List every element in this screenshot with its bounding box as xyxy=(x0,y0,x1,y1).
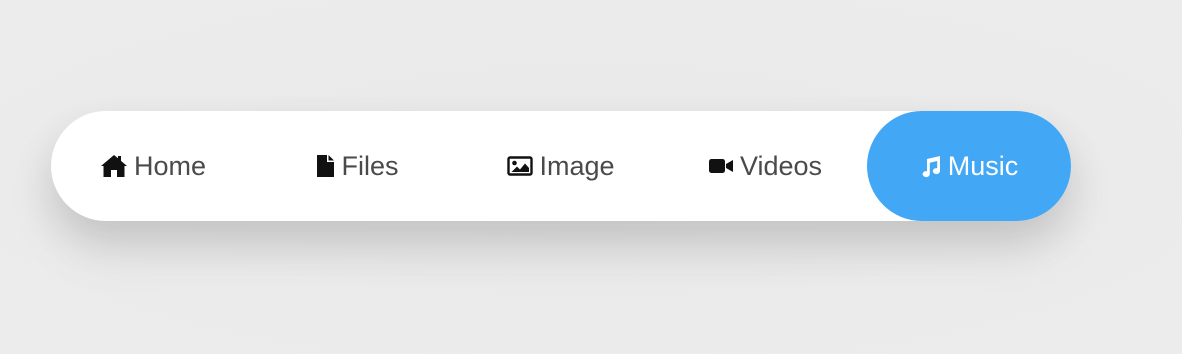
file-icon xyxy=(315,154,335,178)
nav-item-files[interactable]: Files xyxy=(255,111,459,221)
nav-item-label: Files xyxy=(341,150,399,181)
page-background: Home Files Image Videos Music xyxy=(0,0,1182,354)
image-icon xyxy=(507,155,534,177)
music-note-icon xyxy=(920,154,942,178)
nav-item-image[interactable]: Image xyxy=(459,111,663,221)
nav-item-label: Home xyxy=(133,150,207,181)
nav-item-music[interactable]: Music xyxy=(867,111,1071,221)
nav-item-home[interactable]: Home xyxy=(51,111,255,221)
video-camera-icon xyxy=(708,156,734,176)
nav-item-label: Videos xyxy=(739,150,823,181)
home-icon xyxy=(100,154,128,178)
nav-item-videos[interactable]: Videos xyxy=(663,111,867,221)
nav-item-label: Image xyxy=(539,150,615,181)
navigation-bar: Home Files Image Videos Music xyxy=(51,111,1071,221)
nav-item-label: Music xyxy=(947,150,1019,181)
